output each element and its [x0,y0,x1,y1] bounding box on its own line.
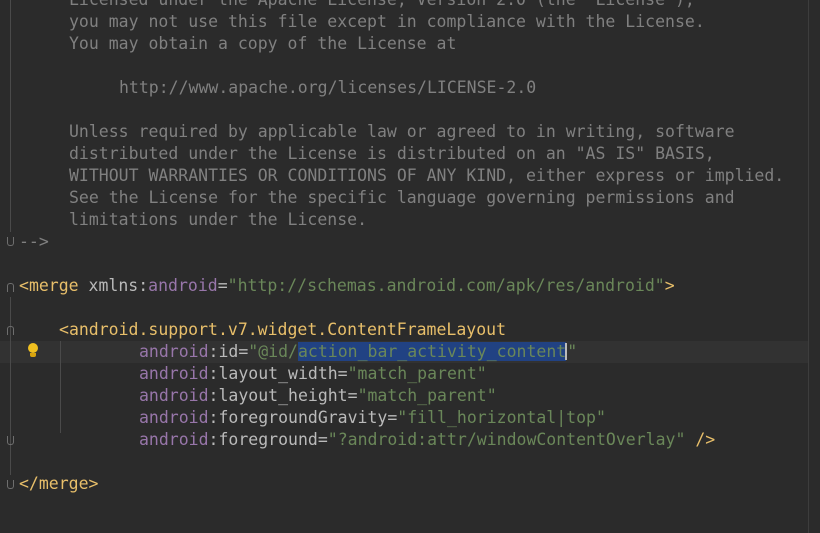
attribute-value: "match_parent" [357,386,497,405]
code-line[interactable]: android:layout_height="match_parent" [139,385,497,407]
code-line[interactable]: <android.support.v7.widget.ContentFrameL… [59,319,506,341]
code-line[interactable]: See the License for the specific languag… [69,187,735,209]
lightbulb-icon[interactable] [27,342,39,360]
code-line[interactable]: limitations under the License. [69,209,367,231]
editor-gutter[interactable] [0,0,18,533]
attribute-name: :layout_height= [208,386,358,405]
attribute-value: "@id/ [248,342,298,361]
fold-guide-line [10,0,11,232]
code-line[interactable]: You may obtain a copy of the License at [69,33,456,55]
attribute-name: :foregroundGravity= [208,408,398,427]
namespace-name: android [148,276,218,295]
attribute-value: " [567,342,578,361]
code-line[interactable]: Unless required by applicable law or agr… [69,121,735,143]
code-line-current[interactable]: android:id="@id/action_bar_activity_cont… [139,341,577,363]
fold-marker-icon[interactable] [7,283,14,292]
code-line[interactable]: WITHOUT WARRANTIES OR CONDITIONS OF ANY … [69,165,784,187]
attribute-name: :foreground= [208,430,328,449]
attribute-value: "fill_horizontal|top" [397,408,606,427]
tag-bracket: > [664,276,675,295]
fold-guide-line [10,297,11,475]
attribute-name: :id= [208,342,249,361]
fold-marker-icon[interactable] [7,436,14,445]
attribute-name: :layout_width= [208,364,348,383]
tag-bracket: /> [685,430,716,449]
tag-bracket: < [59,320,69,339]
namespace-name: android [139,342,209,361]
lightbulb-base [30,353,36,357]
attribute-name: xmlns: [88,276,149,295]
attribute-value: "http://schemas.android.com/apk/res/andr… [227,276,665,295]
code-line[interactable]: --> [19,231,49,253]
fold-marker-icon[interactable] [7,237,14,246]
namespace-name: android [139,430,209,449]
tag-bracket: < [19,276,29,295]
right-margin-guide [808,0,809,533]
code-line[interactable]: distributed under the License is distrib… [69,143,715,165]
code-line[interactable]: you may not use this file except in comp… [69,11,705,33]
attribute-value: "?android:attr/windowContentOverlay" [327,430,686,449]
code-line[interactable]: android:foreground="?android:attr/window… [139,429,715,451]
fold-marker-icon[interactable] [7,326,14,335]
indent-guide-line [60,341,61,433]
code-line[interactable]: http://www.apache.org/licenses/LICENSE-2… [119,77,536,99]
code-line[interactable]: Licensed under the Apache License, Versi… [69,0,695,11]
tag-name: android.support.v7.widget.ContentFrameLa… [68,320,507,339]
lightbulb-glass [28,343,38,353]
code-line[interactable]: android:layout_width="match_parent" [139,363,487,385]
namespace-name: android [139,386,209,405]
namespace-name: android [139,364,209,383]
code-editor[interactable]: Licensed under the Apache License, Versi… [0,0,820,533]
text-selection[interactable]: action_bar_activity_content [297,342,567,361]
fold-marker-icon[interactable] [7,480,14,489]
code-line[interactable]: <merge xmlns:android="http://schemas.and… [19,275,675,297]
code-line[interactable]: </merge> [19,473,98,495]
code-line[interactable]: android:foregroundGravity="fill_horizont… [139,407,606,429]
tag-name: merge [28,276,79,295]
attribute-value: "match_parent" [347,364,487,383]
namespace-name: android [139,408,209,427]
equals-sign: = [217,276,228,295]
